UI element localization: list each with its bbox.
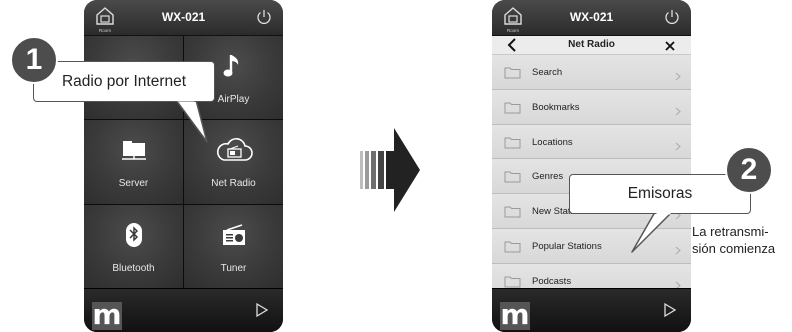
play-icon[interactable] [255, 302, 269, 318]
bluetooth-icon [114, 219, 154, 251]
list-item-label: Podcasts [532, 275, 572, 287]
nav-title: Net Radio [568, 39, 615, 50]
callout-text: Radio por Internet [61, 72, 187, 90]
folder-icon [504, 170, 521, 183]
radio-icon [214, 219, 254, 251]
net-radio-list: Search Bookmarks Locations Genres New St… [492, 55, 691, 288]
power-icon[interactable] [663, 8, 681, 26]
chevron-right-icon [675, 138, 681, 150]
list-item[interactable]: Locations [492, 124, 691, 160]
tile-net-radio[interactable]: Net Radio [184, 120, 283, 204]
cloud-radio-icon [214, 134, 254, 166]
callout-text: Emisoras [627, 185, 693, 202]
tile-label: AirPlay [217, 94, 250, 106]
player-bar: m [492, 288, 691, 332]
folder-icon [504, 205, 521, 218]
callout-step-2: Emisoras [569, 174, 751, 214]
list-item-label: Locations [532, 136, 573, 148]
list-item[interactable]: Search [492, 55, 691, 90]
power-icon[interactable] [255, 8, 273, 26]
home-label: Room [506, 28, 519, 33]
tile-label: Server [118, 178, 149, 190]
musiccast-logo-icon: m [92, 298, 122, 331]
list-item[interactable]: Bookmarks [492, 89, 691, 125]
next-step-arrow-icon [360, 128, 420, 212]
tile-label: Tuner [220, 262, 247, 274]
folder-icon [504, 240, 521, 253]
folder-icon [504, 66, 521, 79]
folder-icon [114, 134, 154, 166]
step-number: 2 [740, 153, 758, 186]
left-phone-screen: Room WX-021 AirPlay Server Net Radio Blu… [84, 0, 283, 332]
status-bar: Room WX-021 [84, 0, 283, 36]
close-icon[interactable] [665, 39, 675, 51]
tile-tuner[interactable]: Tuner [184, 204, 283, 288]
folder-icon [504, 275, 521, 288]
list-item-label: Genres [532, 171, 564, 183]
callout-step-1: Radio por Internet [33, 61, 215, 102]
device-name: WX-021 [161, 10, 206, 24]
list-item[interactable]: Podcasts [492, 263, 691, 288]
tile-label: Net Radio [211, 178, 256, 190]
chevron-right-icon [675, 242, 681, 255]
play-icon[interactable] [663, 302, 677, 318]
chevron-right-icon [675, 103, 681, 116]
tile-label: Bluetooth [112, 262, 155, 274]
musiccast-logo-icon: m [500, 298, 530, 331]
status-bar: Room WX-021 [492, 0, 691, 36]
home-label: Room [98, 28, 111, 33]
step-number: 1 [25, 43, 43, 76]
nav-bar: Net Radio [492, 36, 691, 55]
step-badge-1: 1 [10, 36, 58, 84]
list-item-label: Bookmarks [532, 101, 580, 113]
chevron-right-icon [675, 68, 681, 81]
folder-icon [504, 101, 521, 114]
device-name: WX-021 [569, 10, 614, 24]
list-item-label: Search [532, 67, 563, 78]
step-badge-2: 2 [725, 146, 773, 194]
list-item[interactable]: Popular Stations [492, 228, 691, 264]
tile-server[interactable]: Server [84, 120, 183, 204]
tile-bluetooth[interactable]: Bluetooth [84, 204, 183, 288]
result-caption: La retransmi- sión comienza [692, 224, 776, 256]
player-bar: m [84, 288, 283, 332]
right-phone-screen: Room WX-021 Net Radio Search Bookmarks L… [492, 0, 691, 332]
list-item-label: Popular Stations [532, 240, 602, 252]
chevron-right-icon [675, 277, 681, 288]
folder-icon [504, 136, 521, 149]
music-note-icon [214, 50, 254, 82]
